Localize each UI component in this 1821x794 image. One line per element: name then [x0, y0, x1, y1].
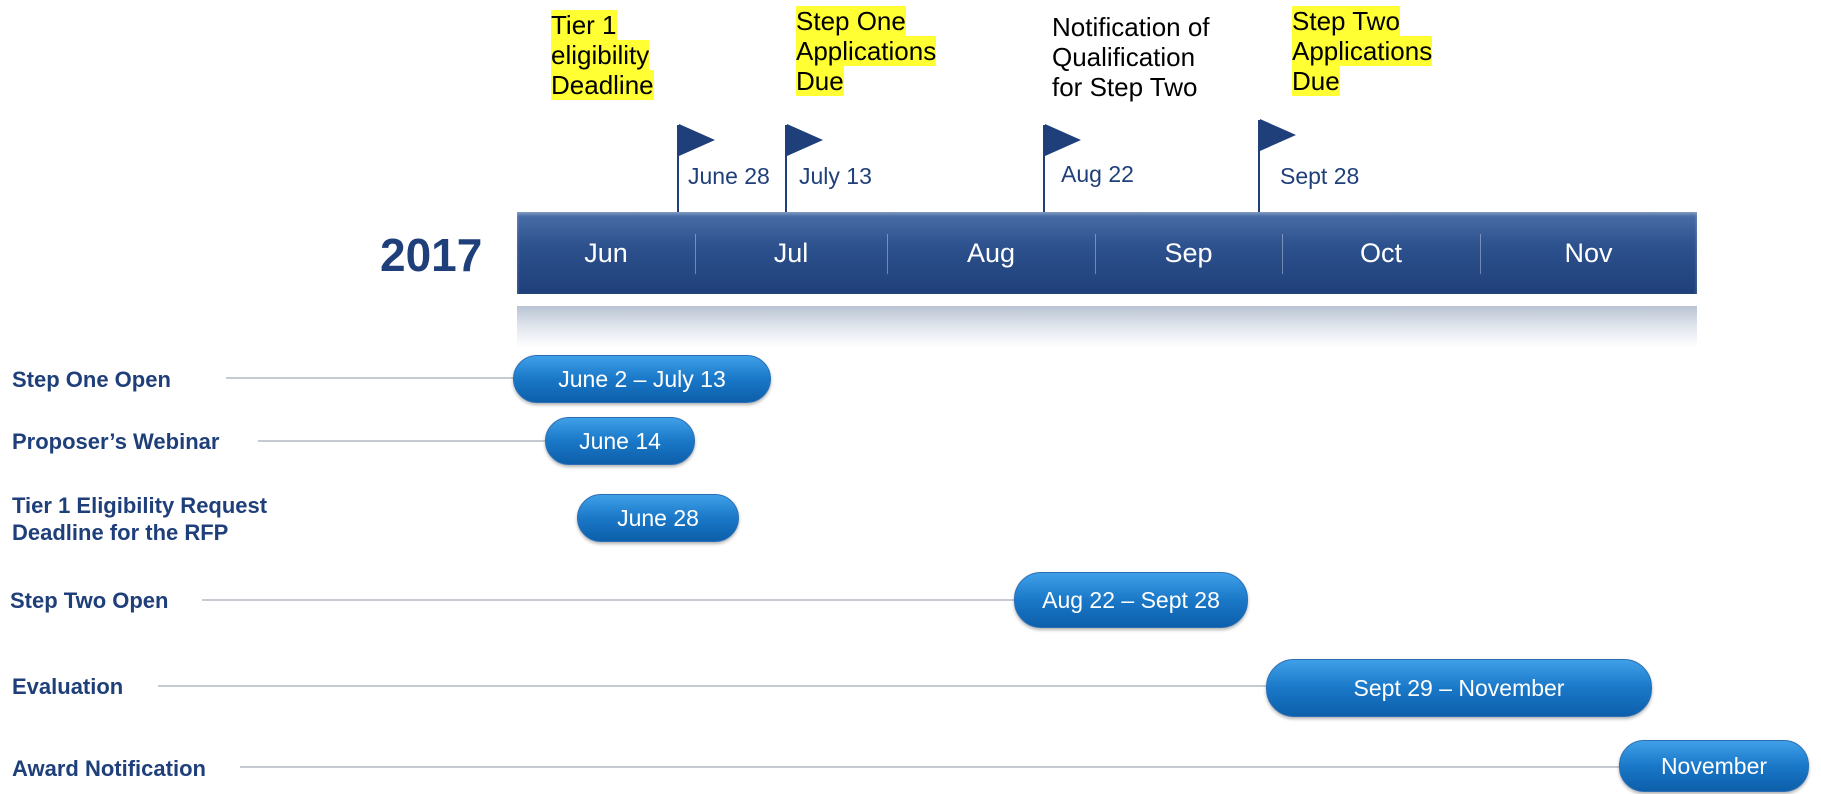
milestone-date: July 13 — [799, 163, 872, 189]
milestone-date: June 28 — [688, 163, 770, 189]
milestone-caption-notification: Notification of Qualification for Step T… — [1052, 12, 1210, 102]
month-bar: Jun Jul Aug Sep Oct Nov — [517, 212, 1697, 294]
month-aug: Aug — [966, 238, 1016, 268]
milestone-caption-tier1: Tier 1 eligibility Deadline — [551, 10, 654, 100]
row-connector — [202, 599, 1017, 601]
timeline-pill-step-two-open[interactable]: Aug 22 – Sept 28 — [1014, 572, 1248, 628]
row-connector — [226, 377, 516, 379]
timeline-pill-tier1-request[interactable]: June 28 — [577, 494, 739, 542]
flag-icon — [1260, 119, 1296, 151]
timeline-pill-award[interactable]: November — [1619, 740, 1809, 792]
milestone-caption-step-one-due: Step One Applications Due — [796, 6, 937, 96]
month-jul: Jul — [773, 238, 809, 268]
row-label-step-two-open: Step Two Open — [10, 588, 169, 613]
milestone-date: Aug 22 — [1061, 161, 1134, 187]
row-label-webinar: Proposer’s Webinar — [12, 429, 220, 454]
row-connector — [240, 766, 1620, 768]
month-jun: Jun — [584, 238, 628, 268]
row-label-step-one-open: Step One Open — [12, 367, 171, 392]
timeline-pill-step-one-open[interactable]: June 2 – July 13 — [513, 355, 771, 403]
row-label-evaluation: Evaluation — [12, 674, 124, 699]
flag-icon — [1045, 124, 1081, 156]
milestone-caption-step-two-due: Step Two Applications Due — [1292, 6, 1433, 96]
month-sep: Sep — [1164, 238, 1213, 268]
milestone-date: Sept 28 — [1280, 163, 1360, 189]
month-nov: Nov — [1564, 238, 1613, 268]
row-label-tier1-request: Tier 1 Eligibility Request Deadline for … — [12, 493, 268, 545]
flag-icon — [679, 124, 715, 156]
row-connector — [258, 440, 546, 442]
row-label-award: Award Notification — [12, 756, 206, 781]
month-oct: Oct — [1359, 238, 1402, 268]
row-connector — [158, 685, 1268, 687]
timeline-pill-webinar[interactable]: June 14 — [545, 417, 695, 465]
timeline-pill-evaluation[interactable]: Sept 29 – November — [1266, 659, 1652, 717]
bar-reflection — [517, 306, 1697, 348]
flag-icon — [787, 124, 823, 156]
year-label: 2017 — [380, 229, 483, 281]
